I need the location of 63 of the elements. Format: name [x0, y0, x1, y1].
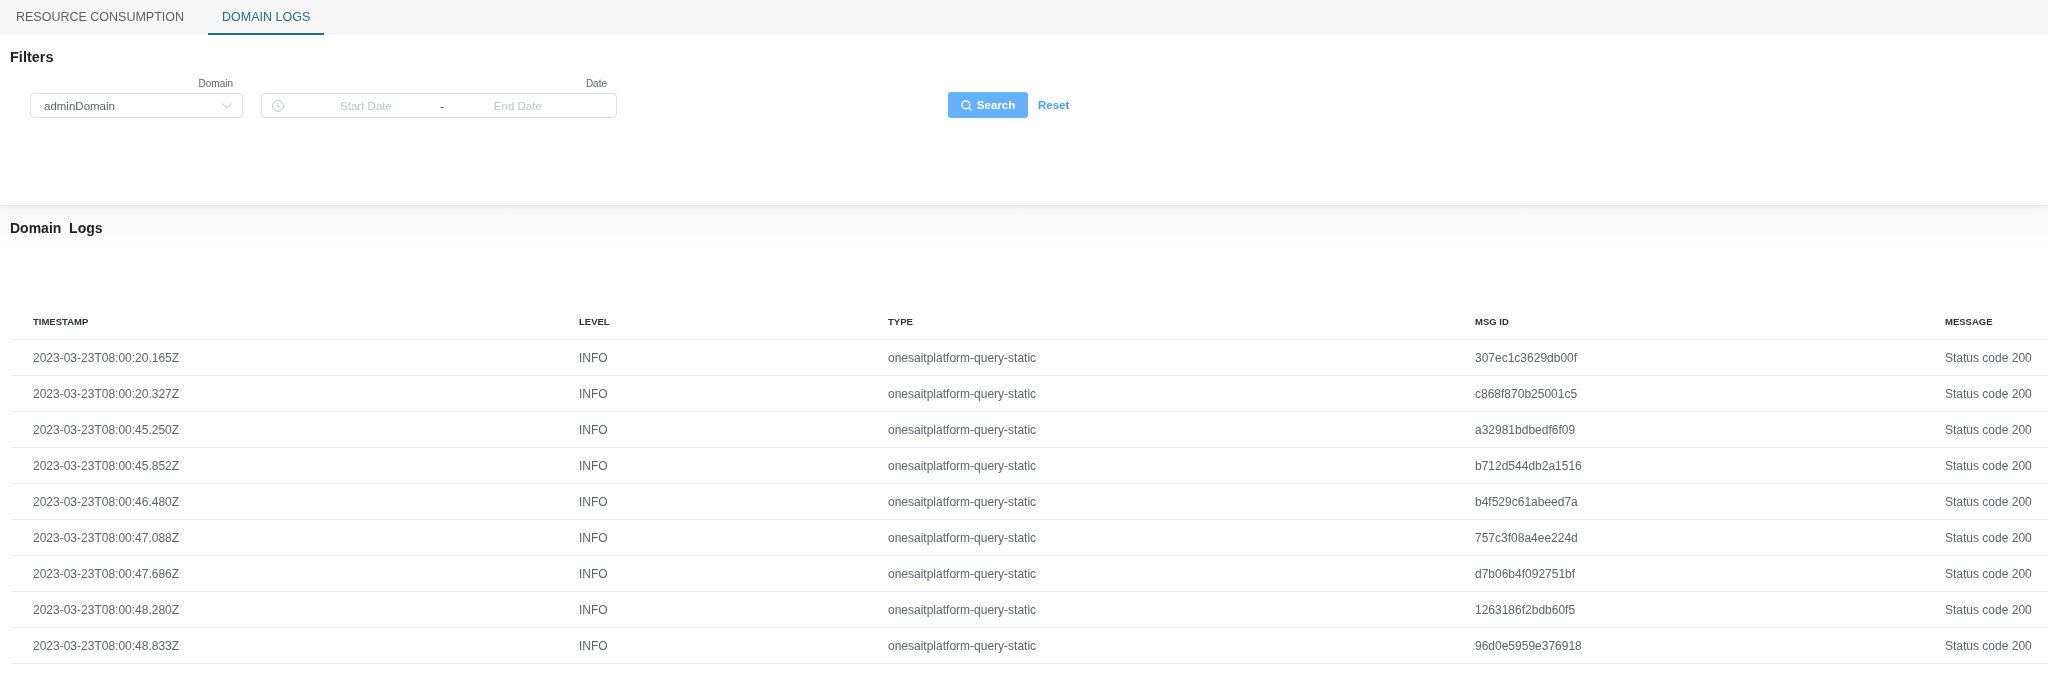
table-cell-text: Status code 200	[1944, 602, 2032, 617]
table-cell-text: Status code 200	[1944, 458, 2032, 473]
table-cell-text: onesaitplatform-query-static	[887, 566, 1037, 581]
column-header: LEVEL	[578, 316, 610, 327]
table-cell-text: onesaitplatform-query-static	[887, 638, 1037, 653]
table-cell-text: Status code 200	[1944, 350, 2032, 365]
field-label: Date	[585, 78, 607, 90]
table-cell-text: d7b06b4f092751bf	[1474, 566, 1576, 581]
table-cell-text: 2023-03-23T08:00:45.852Z	[32, 458, 180, 473]
table-cell-text: INFO	[578, 638, 608, 653]
field-label: Domain	[198, 78, 233, 90]
table-cell-text: onesaitplatform-query-static	[887, 386, 1037, 401]
table-cell-text: Status code 200	[1944, 494, 2032, 509]
table-cell-text: 2023-03-23T08:00:48.280Z	[32, 602, 180, 617]
column-header: MESSAGE	[1944, 316, 1993, 327]
table-cell-text: 2023-03-23T08:00:48.833Z	[32, 638, 180, 653]
table-cell-text: Status code 200	[1944, 638, 2032, 653]
table-cell-text: Status code 200	[1944, 386, 2032, 401]
table-cell-text: 757c3f08a4ee224d	[1474, 530, 1578, 545]
end-date-input[interactable]: End Date	[447, 95, 588, 116]
table-cell-text: 2023-03-23T08:00:45.250Z	[32, 422, 180, 437]
table-cell-text: 96d0e5959e376918	[1474, 638, 1582, 653]
column-header: MSG ID	[1474, 316, 1509, 327]
table-cell-text: 2023-03-23T08:00:47.088Z	[32, 530, 180, 545]
table-cell-text: 307ec1c3629db00f	[1474, 350, 1578, 365]
date-separator: -	[440, 99, 444, 112]
table-cell-text: b712d544db2a1516	[1474, 458, 1582, 473]
table-cell-text: INFO	[578, 566, 608, 581]
table-cell-text: c868f870b25001c5	[1474, 386, 1578, 401]
table-cell-text: a32981bdbedf6f09	[1474, 422, 1576, 437]
table-cell-text: onesaitplatform-query-static	[887, 422, 1037, 437]
table-cell-text: 2023-03-23T08:00:46.480Z	[32, 494, 180, 509]
chevron-down-icon	[222, 102, 232, 109]
table-cell-text: onesaitplatform-query-static	[887, 530, 1037, 545]
table-cell-text: INFO	[578, 386, 608, 401]
table-cell-text: 2023-03-23T08:00:20.327Z	[32, 386, 180, 401]
table-cell-text: onesaitplatform-query-static	[887, 458, 1037, 473]
table-cell-text: 2023-03-23T08:00:47.686Z	[32, 566, 180, 581]
table-cell-text: INFO	[578, 602, 608, 617]
section-title: Filters	[10, 48, 54, 66]
table-cell-text: b4f529c61abeed7a	[1474, 494, 1578, 509]
tab[interactable]: RESOURCE CONSUMPTION	[2, 0, 199, 35]
table-cell-text: INFO	[578, 494, 608, 509]
search-icon	[960, 99, 972, 111]
clock-icon	[272, 99, 284, 112]
table-cell-text: INFO	[578, 350, 608, 365]
table-cell-text: onesaitplatform-query-static	[887, 494, 1037, 509]
table-cell-text: onesaitplatform-query-static	[887, 602, 1037, 617]
table-cell-text: INFO	[578, 458, 608, 473]
date-range-picker[interactable]: Start Date - End Date	[261, 93, 617, 118]
table-cell-text: 1263186f2bdb60f5	[1474, 602, 1576, 617]
table-cell-text: Status code 200	[1944, 566, 2032, 581]
table-cell-text: Status code 200	[1944, 422, 2032, 437]
table-cell-text: 2023-03-23T08:00:20.165Z	[32, 350, 180, 365]
table-cell-text: INFO	[578, 530, 608, 545]
domain-select[interactable]: adminDomain	[30, 93, 243, 118]
table-cell-text: INFO	[578, 422, 608, 437]
table-cell-text: Status code 200	[1944, 530, 2032, 545]
start-date-input[interactable]: Start Date	[296, 95, 436, 116]
table-cell-text: onesaitplatform-query-static	[887, 350, 1037, 365]
column-header: TIMESTAMP	[32, 316, 89, 327]
section-title: Domain Logs	[10, 219, 103, 237]
column-header: TYPE	[887, 316, 913, 327]
